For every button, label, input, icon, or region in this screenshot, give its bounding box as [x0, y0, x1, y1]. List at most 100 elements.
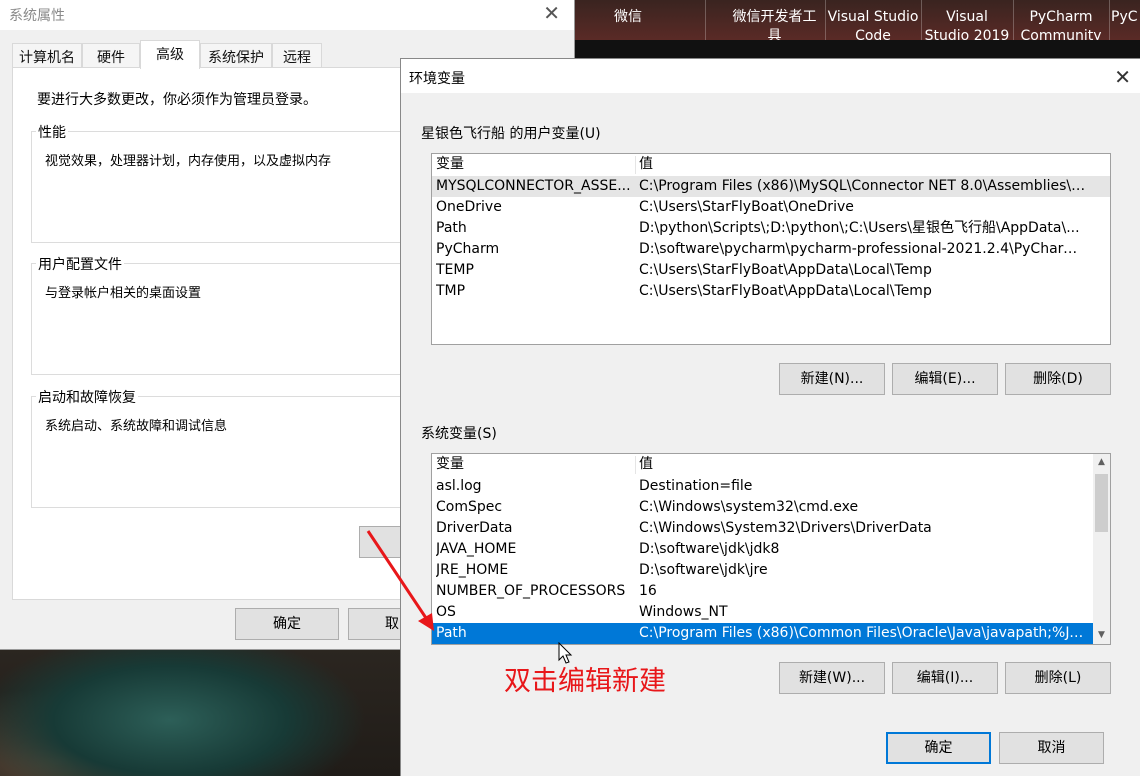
list-item[interactable]: OS Windows_NT	[432, 602, 1110, 623]
list-item[interactable]: asl.log Destination=file	[432, 476, 1110, 497]
system-delete-button[interactable]: 删除(L)	[1005, 662, 1111, 694]
group-description: 与登录帐户相关的桌面设置	[45, 286, 202, 301]
column-separator[interactable]	[635, 156, 636, 174]
env-ok-button[interactable]: 确定	[886, 732, 991, 764]
user-new-button[interactable]: 新建(N)...	[779, 363, 885, 395]
tab-remote[interactable]: 远程	[272, 43, 322, 68]
user-variables-list[interactable]: 变量 值 MYSQLCONNECTOR_ASSE... C:\Program F…	[431, 153, 1111, 345]
group-description: 视觉效果，处理器计划，内存使用，以及虚拟内存	[45, 154, 332, 169]
user-edit-button[interactable]: 编辑(E)...	[892, 363, 998, 395]
list-item[interactable]: TMP C:\Users\StarFlyBoat\AppData\Local\T…	[432, 281, 1110, 302]
annotation-text: 双击编辑新建	[504, 666, 666, 697]
list-item[interactable]: NUMBER_OF_PROCESSORS 16	[432, 581, 1110, 602]
column-header-name[interactable]: 变量	[436, 154, 636, 175]
list-item[interactable]: OneDrive C:\Users\StarFlyBoat\OneDrive	[432, 197, 1110, 218]
system-variables-label: 系统变量(S)	[421, 426, 497, 442]
variable-name: OneDrive	[436, 199, 502, 215]
list-item[interactable]: JAVA_HOME D:\software\jdk\jdk8	[432, 539, 1110, 560]
variable-name: DriverData	[436, 520, 513, 536]
red-arrow-icon	[366, 530, 434, 631]
column-separator[interactable]	[635, 456, 636, 474]
variable-name: Path	[436, 625, 467, 641]
user-profiles-group: 用户配置文件 与登录帐户相关的桌面设置	[31, 254, 411, 375]
vertical-scrollbar[interactable]: ▲ ▼	[1093, 454, 1110, 644]
scroll-down-icon[interactable]: ▼	[1093, 627, 1110, 644]
group-title: 启动和故障恢复	[36, 387, 138, 407]
variable-value: D:\software\jdk\jdk8	[639, 541, 780, 557]
tab-computer-name[interactable]: 计算机名	[12, 43, 82, 68]
variable-name: MYSQLCONNECTOR_ASSE...	[436, 178, 631, 194]
variable-value: C:\Windows\system32\cmd.exe	[639, 499, 859, 515]
list-item[interactable]: Path D:\python\Scripts\;D:\python\;C:\Us…	[432, 218, 1110, 239]
variable-name: JRE_HOME	[436, 562, 509, 578]
list-item[interactable]: TEMP C:\Users\StarFlyBoat\AppData\Local\…	[432, 260, 1110, 281]
variable-value: D:\software\pycharm\pycharm-professional…	[639, 241, 1089, 257]
close-icon[interactable]: ✕	[543, 3, 560, 23]
variable-value: Windows_NT	[639, 604, 728, 620]
taskbar: 微信 微信开发者工具 Visual Studio Code Visual Stu…	[575, 0, 1140, 40]
system-edit-button[interactable]: 编辑(I)...	[892, 662, 998, 694]
ok-button[interactable]: 确定	[235, 608, 339, 640]
user-delete-button[interactable]: 删除(D)	[1005, 363, 1111, 395]
taskbar-separator	[1013, 0, 1014, 40]
variable-value: C:\Program Files (x86)\MySQL\Connector N…	[639, 178, 1089, 194]
scrollbar-thumb[interactable]	[1095, 474, 1108, 532]
list-header: 变量 值	[432, 454, 1110, 476]
variable-name: TMP	[436, 283, 466, 299]
env-dialog-titlebar[interactable]: 环境变量 ✕	[401, 59, 1140, 93]
mouse-cursor-icon	[558, 642, 573, 664]
group-description: 系统启动、系统故障和调试信息	[45, 419, 228, 434]
taskbar-item-wechat-devtools[interactable]: 微信开发者工具	[727, 0, 822, 40]
list-item-selected[interactable]: Path C:\Program Files (x86)\Common Files…	[432, 623, 1093, 644]
variable-name: JAVA_HOME	[436, 541, 517, 557]
scroll-up-icon[interactable]: ▲	[1093, 454, 1110, 471]
taskbar-separator	[1109, 0, 1110, 40]
taskbar-item-wechat[interactable]: 微信	[583, 0, 673, 40]
column-header-value[interactable]: 值	[639, 454, 1089, 475]
env-cancel-button[interactable]: 取消	[999, 732, 1104, 764]
taskbar-item-pycharm[interactable]: PyC	[1111, 0, 1140, 40]
startup-recovery-group: 启动和故障恢复 系统启动、系统故障和调试信息	[31, 387, 411, 508]
tab-advanced[interactable]: 高级	[140, 40, 200, 69]
variable-value: C:\Users\StarFlyBoat\AppData\Local\Temp	[639, 262, 932, 278]
variable-value: Destination=file	[639, 478, 753, 494]
list-item[interactable]: PyCharm D:\software\pycharm\pycharm-prof…	[432, 239, 1110, 260]
variable-value: C:\Users\StarFlyBoat\OneDrive	[639, 199, 854, 215]
variable-value: D:\software\jdk\jre	[639, 562, 768, 578]
taskbar-item-vscode[interactable]: Visual Studio Code	[827, 0, 919, 40]
column-header-value[interactable]: 值	[639, 154, 1089, 175]
tab-hardware[interactable]: 硬件	[82, 43, 140, 68]
taskbar-item-visual-studio[interactable]: Visual Studio 2019	[923, 0, 1011, 40]
variable-value: C:\Users\StarFlyBoat\AppData\Local\Temp	[639, 283, 932, 299]
list-item[interactable]: ComSpec C:\Windows\system32\cmd.exe	[432, 497, 1110, 518]
variable-value: D:\python\Scripts\;D:\python\;C:\Users\星…	[639, 220, 1080, 236]
variable-name: Path	[436, 220, 467, 236]
variable-name: OS	[436, 604, 456, 620]
system-new-button[interactable]: 新建(W)...	[779, 662, 885, 694]
column-header-name[interactable]: 变量	[436, 454, 636, 475]
taskbar-separator	[921, 0, 922, 40]
variable-name: asl.log	[436, 478, 482, 494]
taskbar-separator	[705, 0, 706, 40]
taskbar-item-pycharm-community[interactable]: PyCharm Community E	[1015, 0, 1107, 40]
window-title: 系统属性	[9, 8, 65, 24]
variable-value: C:\Program Files (x86)\Common Files\Orac…	[639, 625, 1089, 641]
list-item[interactable]: DriverData C:\Windows\System32\Drivers\D…	[432, 518, 1110, 539]
system-properties-titlebar[interactable]: 系统属性 ✕	[0, 0, 574, 30]
dialog-title: 环境变量	[409, 71, 465, 87]
variable-name: TEMP	[436, 262, 474, 278]
variable-value: C:\Windows\System32\Drivers\DriverData	[639, 520, 932, 536]
variable-name: PyCharm	[436, 241, 500, 257]
performance-group: 性能 视觉效果，处理器计划，内存使用，以及虚拟内存	[31, 122, 411, 243]
close-icon[interactable]: ✕	[1114, 67, 1131, 87]
tab-system-protection[interactable]: 系统保护	[200, 43, 272, 68]
list-item[interactable]: MYSQLCONNECTOR_ASSE... C:\Program Files …	[432, 176, 1110, 197]
variable-value: 16	[639, 583, 657, 599]
list-header: 变量 值	[432, 154, 1110, 176]
system-variables-list[interactable]: 变量 值 asl.log Destination=file ComSpec C:…	[431, 453, 1111, 645]
user-variables-label: 星银色飞行船 的用户变量(U)	[421, 126, 601, 142]
variable-name: NUMBER_OF_PROCESSORS	[436, 583, 626, 599]
list-item[interactable]: JRE_HOME D:\software\jdk\jre	[432, 560, 1110, 581]
group-title: 用户配置文件	[36, 254, 124, 274]
group-title: 性能	[36, 122, 68, 142]
